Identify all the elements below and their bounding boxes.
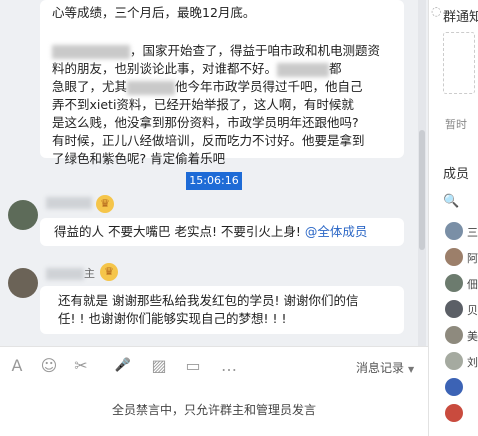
member-item[interactable]: 美 <box>445 326 478 344</box>
avatar <box>445 404 463 422</box>
avatar <box>445 378 463 396</box>
microphone-icon[interactable]: 🎤 <box>114 357 132 375</box>
member-name: 佃 <box>467 278 478 291</box>
member-name: 刘 <box>467 356 478 369</box>
member-item[interactable]: 刘 <box>445 352 478 370</box>
message-bubble-2: 得益的人 不要大嘴巴 老实点! 不要引火上身! @全体成员 <box>40 218 404 246</box>
more-icon[interactable]: … <box>220 357 238 375</box>
member-item[interactable] <box>445 378 471 396</box>
avatar <box>445 326 463 344</box>
image-icon[interactable]: ▨ <box>150 357 168 375</box>
avatar <box>445 274 463 292</box>
redacted-text <box>127 80 176 95</box>
msg1-line5: 弄不到xieti资料，已经开始举报了，这人啊，有时候就 <box>52 97 354 112</box>
msg1-line1: 心等成绩，三个月后，最晚12月底。 <box>52 5 256 20</box>
avatar[interactable] <box>8 268 38 298</box>
member-name: 贝 <box>467 304 478 317</box>
history-label: 消息记录 <box>356 361 405 375</box>
avatar[interactable] <box>8 200 38 230</box>
msg1-line4a: 急眼了，尤其 <box>52 79 128 94</box>
avatar <box>445 300 463 318</box>
notice-empty-illustration <box>443 32 475 94</box>
group-info-panel: ◌ 群通知 暂时 成员 🔍 三 阿 佃 贝 美 刘 <box>428 0 478 436</box>
bell-icon: ◌ <box>431 4 442 18</box>
redacted-text <box>277 62 330 77</box>
member-name: 美 <box>467 330 478 343</box>
input-toolbar: A ☺ ✂ 🎤 ▨ ▭ … 消息记录 ▼ <box>0 346 428 387</box>
mute-notice: 全员禁言中，只允许群主和管理员发言 <box>0 386 428 436</box>
member-item[interactable]: 阿 <box>445 248 478 266</box>
msg1-line7: 有时候，正儿八经做培训，反而吃力不讨好。他要是拿到 <box>52 133 365 148</box>
scissors-icon[interactable]: ✂ <box>72 357 90 375</box>
member-item[interactable]: 佃 <box>445 274 478 292</box>
redacted-text <box>52 44 130 59</box>
member-name: 阿 <box>467 252 478 265</box>
chat-panel: 心等成绩，三个月后，最晚12月底。 ，国家开始查了，得益于咱市政和机电测题资 料… <box>0 0 428 436</box>
group-notice-title[interactable]: 群通知 <box>443 6 478 25</box>
message-bubble-3: 还有就是 谢谢那些私给我发红包的学员! 谢谢你们的信 任! ! 也谢谢你们能够实… <box>40 286 404 334</box>
crown-icon: ♛ <box>96 195 114 213</box>
message-bubble-1: 心等成绩，三个月后，最晚12月底。 ，国家开始查了，得益于咱市政和机电测题资 料… <box>40 0 404 166</box>
sender-name-redacted <box>46 268 84 280</box>
scrollbar[interactable] <box>418 0 426 346</box>
member-item[interactable] <box>445 404 471 422</box>
emoji-icon[interactable]: ☺ <box>40 357 58 375</box>
message-history-button[interactable]: 消息记录 ▼ <box>356 359 414 376</box>
crown-icon: ♛ <box>100 263 118 281</box>
msg1-line6: 是这么贱，他没拿到那份资料，市政学员明年还跟他吗? <box>52 115 359 130</box>
member-item[interactable]: 三 <box>445 222 478 240</box>
msg3-line2: 任! ! 也谢谢你们能够实现自己的梦想! ! ! <box>58 311 287 326</box>
notice-empty-hint: 暂时 <box>445 118 467 131</box>
file-icon[interactable]: ▭ <box>184 357 202 375</box>
sender-name-redacted <box>46 197 92 209</box>
msg1-line3: 料的朋友，也别谈论此事，对谁都不好。 <box>52 61 278 76</box>
msg1-line3-tail: 都 <box>329 61 342 76</box>
chevron-down-icon: ▼ <box>408 365 415 374</box>
mention-all-members[interactable]: @全体成员 <box>305 224 368 239</box>
member-item[interactable]: 贝 <box>445 300 478 318</box>
msg1-line8: 了绿色和紫色呢? 肯定偷着乐吧 <box>52 151 226 166</box>
search-icon[interactable]: 🔍 <box>443 194 459 209</box>
msg1-line4b: 他今年市政学员得过千吧，他自己 <box>175 79 363 94</box>
sender-name-suffix: 主 <box>84 267 95 280</box>
avatar <box>445 222 463 240</box>
avatar <box>445 352 463 370</box>
selected-timestamp: 15:06:16 <box>186 172 242 190</box>
members-title: 成员 <box>443 167 470 182</box>
msg3-line1: 还有就是 谢谢那些私给我发红包的学员! 谢谢你们的信 <box>58 293 359 308</box>
msg2-text: 得益的人 不要大嘴巴 老实点! 不要引火上身! <box>54 224 305 239</box>
msg1-line2: ，国家开始查了，得益于咱市政和机电测题资 <box>130 43 381 58</box>
font-icon[interactable]: A <box>8 357 26 375</box>
member-name: 三 <box>467 226 478 239</box>
scrollbar-thumb[interactable] <box>419 130 425 250</box>
avatar <box>445 248 463 266</box>
